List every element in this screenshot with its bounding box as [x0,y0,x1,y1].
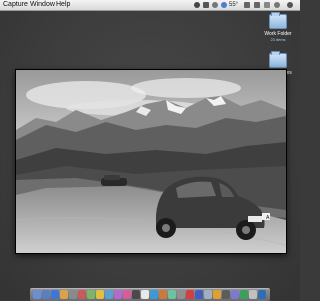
dock-app-icon[interactable] [78,290,86,299]
dock [30,288,270,301]
dock-app-icon[interactable] [96,290,104,299]
display-icon[interactable] [203,2,209,8]
dock-app-icon[interactable] [213,290,221,299]
dock-app-icon[interactable] [249,290,257,299]
dock-app-icon[interactable] [240,290,248,299]
volume-icon[interactable] [254,2,260,8]
photo-preview[interactable]: A [15,69,287,254]
status-icon[interactable] [194,2,200,8]
dock-app-icon[interactable] [177,290,185,299]
dock-app-icon[interactable] [105,290,113,299]
dock-app-icon[interactable] [150,290,158,299]
dock-app-icon[interactable] [114,290,122,299]
dock-app-icon[interactable] [42,290,50,299]
sync-icon[interactable] [212,2,218,8]
dock-app-icon[interactable] [123,290,131,299]
wifi-icon[interactable] [244,2,250,8]
folder-icon [269,12,287,29]
dock-app-icon[interactable] [231,290,239,299]
dock-app-icon[interactable] [141,290,149,299]
menu-bar: Capture Window Help 55° [0,0,300,11]
dock-app-icon[interactable] [186,290,194,299]
desktop: Work Folder 23 items Temporaries 6 items [0,11,300,300]
menu-window[interactable]: Window [30,0,55,10]
dock-app-icon[interactable] [258,290,266,299]
dock-app-icon[interactable] [33,290,41,299]
dock-app-icon[interactable] [204,290,212,299]
menu-help[interactable]: Help [56,0,70,10]
desktop-icon-work-folder[interactable]: Work Folder 23 items [258,12,298,42]
weather-icon[interactable] [221,2,227,8]
battery-icon[interactable] [264,2,270,8]
dock-app-icon[interactable] [168,290,176,299]
dock-app-icon[interactable] [132,290,140,299]
desktop-icon-count: 23 items [270,37,286,42]
weather-temp[interactable]: 55° [229,0,238,10]
dock-app-icon[interactable] [159,290,167,299]
dock-app-icon[interactable] [69,290,77,299]
clock-icon[interactable] [274,2,280,8]
menu-capture[interactable]: Capture [3,0,28,10]
landscape-photo-icon: A [16,70,286,253]
folder-icon [269,51,287,68]
dock-app-icon[interactable] [87,290,95,299]
dock-app-icon[interactable] [51,290,59,299]
dock-app-icon[interactable] [195,290,203,299]
dock-app-icon[interactable] [222,290,230,299]
dock-app-icon[interactable] [60,290,68,299]
spotlight-icon[interactable] [287,2,293,8]
